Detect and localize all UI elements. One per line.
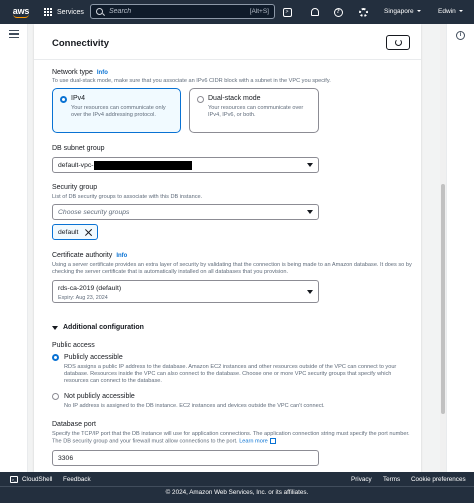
external-link-icon (269, 438, 276, 444)
user-label: Edwin (438, 8, 456, 15)
security-group-label: Security group (52, 184, 98, 191)
left-rail (0, 24, 28, 472)
subnet-group-label: DB subnet group (52, 145, 105, 152)
certificate-authority-label-text: Certificate authority (52, 252, 113, 259)
gear-icon[interactable] (357, 6, 369, 18)
chevron-down-icon (307, 290, 313, 294)
search-icon (96, 8, 103, 15)
subnet-group-value: default-vpc- (58, 161, 94, 169)
certificate-authority-label: Certificate authority Info (52, 252, 127, 259)
certificate-value: rds-ca-2019 (default) (58, 285, 122, 292)
learn-more-link[interactable]: Learn more (239, 438, 268, 444)
menu-icon[interactable] (9, 30, 19, 38)
scrollbar-thumb[interactable] (441, 184, 445, 414)
user-menu[interactable]: Edwin (438, 8, 463, 15)
terminal-icon[interactable]: > (281, 6, 293, 18)
chevron-down-icon (458, 10, 463, 13)
region-selector[interactable]: Singapore (384, 8, 421, 15)
network-type-label: Network type Info (52, 69, 108, 76)
network-type-label-text: Network type (52, 69, 93, 76)
refresh-icon (394, 39, 402, 46)
not-publicly-accessible-radio[interactable] (52, 393, 59, 400)
services-menu-button[interactable]: Services (44, 7, 84, 17)
connectivity-panel: Connectivity Network type Info To use dua… (34, 24, 421, 472)
dual-stack-title: Dual-stack mode (208, 95, 261, 102)
database-port-description-text: Specify the TCP/IP port that the DB inst… (52, 431, 410, 445)
ipv4-description: Your resources can communicate only over… (71, 105, 166, 118)
footer-links-row: >_ CloudShell Feedback Privacy Terms Coo… (0, 472, 474, 487)
refresh-button[interactable] (386, 35, 410, 50)
dual-stack-radio[interactable] (197, 96, 204, 103)
ipv4-option-tile[interactable]: IPv4 Your resources can communicate only… (52, 88, 181, 133)
region-label: Singapore (384, 8, 414, 15)
privacy-link[interactable]: Privacy (351, 476, 372, 483)
dual-stack-description: Your resources can communicate over IPv4… (208, 105, 304, 118)
help-icon[interactable]: ? (332, 6, 344, 18)
copyright-text: © 2024, Amazon Web Services, Inc. or its… (165, 489, 309, 496)
database-port-description: Specify the TCP/IP port that the DB inst… (52, 431, 414, 445)
publicly-accessible-radio[interactable] (52, 354, 59, 361)
chevron-down-icon (307, 210, 313, 214)
additional-configuration-toggle[interactable]: Additional configuration (52, 324, 144, 331)
network-type-info-link[interactable]: Info (97, 70, 108, 76)
security-group-description: List of DB security groups to associate … (52, 194, 203, 200)
cookie-preferences-link[interactable]: Cookie preferences (411, 476, 466, 483)
security-group-placeholder: Choose security groups (58, 208, 130, 216)
security-group-token-label: default (58, 228, 79, 236)
database-port-input[interactable] (52, 450, 319, 466)
grid-icon (44, 7, 53, 17)
publicly-accessible-title[interactable]: Publicly accessible (64, 354, 123, 361)
network-type-description: To use dual-stack mode, make sure that y… (52, 78, 331, 84)
cloudshell-button[interactable]: >_ CloudShell (10, 476, 52, 483)
cloudshell-label: CloudShell (22, 476, 53, 483)
chevron-down-icon (307, 163, 313, 167)
public-access-label: Public access (52, 342, 95, 349)
chevron-down-icon (416, 10, 421, 13)
page-scrollbar[interactable] (440, 24, 446, 472)
terms-link[interactable]: Terms (383, 476, 400, 483)
info-panel-icon[interactable]: i (456, 31, 465, 40)
not-publicly-accessible-description: No IP address is assigned to the DB inst… (64, 403, 325, 409)
aws-logo[interactable]: aws (6, 0, 36, 24)
caret-down-icon (52, 325, 58, 330)
feedback-link[interactable]: Feedback (63, 476, 91, 483)
divider (34, 59, 421, 60)
search-shortcut: [Alt+S] (249, 8, 269, 15)
footer: >_ CloudShell Feedback Privacy Terms Coo… (0, 472, 474, 503)
certificate-select[interactable]: rds-ca-2019 (default) Expiry: Aug 23, 20… (52, 280, 319, 303)
subnet-group-select[interactable]: default-vpc- (52, 157, 319, 173)
security-group-token: default (52, 224, 98, 240)
certificate-expiry: Expiry: Aug 23, 2024 (58, 295, 108, 301)
services-label: Services (57, 8, 84, 16)
database-port-label: Database port (52, 421, 96, 428)
security-group-select[interactable]: Choose security groups (52, 204, 319, 220)
close-icon[interactable] (85, 229, 92, 236)
cloudshell-icon: >_ (10, 476, 18, 483)
ipv4-radio[interactable] (60, 96, 67, 103)
dual-stack-option-tile[interactable]: Dual-stack mode Your resources can commu… (189, 88, 319, 133)
additional-configuration-title: Additional configuration (63, 324, 144, 331)
right-rail: i (446, 24, 474, 472)
publicly-accessible-description: RDS assigns a public IP address to the d… (64, 364, 397, 384)
bell-icon[interactable] (309, 6, 321, 18)
certificate-description: Using a server certificate provides an e… (52, 262, 412, 275)
ipv4-title: IPv4 (71, 95, 86, 102)
not-publicly-accessible-title[interactable]: Not publicly accessible (64, 393, 135, 400)
search-bar[interactable]: [Alt+S] (90, 4, 275, 19)
search-input[interactable] (109, 8, 250, 15)
aws-smile-icon (13, 14, 29, 18)
certificate-info-link[interactable]: Info (116, 253, 127, 259)
panel-title: Connectivity (52, 38, 110, 49)
redacted-block (93, 160, 192, 170)
top-navigation: aws Services [Alt+S] > ? Singapore Edwin (0, 0, 474, 24)
